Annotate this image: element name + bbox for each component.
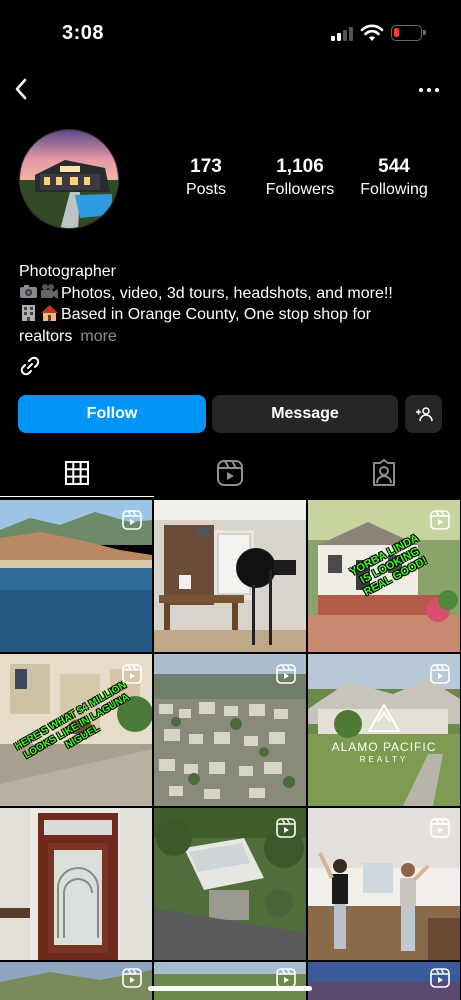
post-thumbnail[interactable] <box>0 808 152 960</box>
reels-icon <box>430 664 450 684</box>
post-logo-text: ALAMO PACIFIC <box>331 740 437 754</box>
movie-camera-emoji <box>41 283 58 299</box>
camera-emoji <box>20 284 37 298</box>
following-count[interactable]: 544 Following <box>355 156 433 199</box>
posts-count: 173 Posts <box>178 156 234 199</box>
post-thumbnail[interactable]: YORBA LINDA IS LOOKING REAL GOOD! <box>308 500 460 652</box>
post-thumbnail[interactable] <box>154 500 306 652</box>
wifi-icon <box>360 24 384 41</box>
reels-icon <box>430 968 450 988</box>
reels-icon[interactable] <box>215 458 245 488</box>
bio-category: Photographer <box>19 263 116 280</box>
post-logo-subtext: REALTY <box>359 755 409 764</box>
house-emoji <box>41 305 58 321</box>
reels-icon <box>276 664 296 684</box>
battery-icon <box>391 25 426 41</box>
post-thumbnail[interactable] <box>154 654 306 806</box>
post-thumbnail[interactable] <box>0 500 152 652</box>
post-thumbnail[interactable] <box>154 962 306 1000</box>
more-horizontal-icon[interactable] <box>414 80 444 100</box>
post-thumbnail[interactable]: ALAMO PACIFIC REALTY <box>308 654 460 806</box>
message-button[interactable]: Message <box>212 395 398 433</box>
add-user-button[interactable] <box>405 395 442 433</box>
stat-value: 1,106 <box>276 156 324 177</box>
stat-label: Following <box>360 181 428 198</box>
tagged-icon[interactable] <box>369 458 399 488</box>
avatar[interactable] <box>19 129 119 229</box>
post-thumbnail[interactable] <box>308 962 460 1000</box>
bio-more-link[interactable]: more <box>80 328 116 345</box>
status-bar: 3:08 <box>0 0 461 60</box>
bio-line-2-text: Based in Orange County, One stop shop fo… <box>61 306 372 323</box>
reels-icon <box>430 818 450 838</box>
add-user-icon <box>415 407 433 422</box>
post-thumbnail[interactable] <box>308 808 460 960</box>
bio-line-2: Based in Orange County, One stop shop fo… <box>19 304 439 326</box>
link-icon[interactable] <box>19 355 41 377</box>
profile-bio: Photographer Photos, video, 3d tours, he… <box>19 261 439 347</box>
chevron-left-icon[interactable] <box>8 74 38 104</box>
reels-icon <box>122 968 142 988</box>
tab-selected-indicator <box>0 496 154 497</box>
stat-label: Posts <box>185 181 226 198</box>
bio-line-3: realtors more <box>19 326 439 348</box>
home-indicator[interactable] <box>148 986 312 991</box>
grid-icon[interactable] <box>62 458 92 488</box>
office-building-emoji <box>22 305 35 321</box>
status-time: 3:08 <box>62 22 105 44</box>
stat-value: 173 <box>190 156 222 177</box>
stat-value: 544 <box>378 156 410 177</box>
post-thumbnail[interactable] <box>0 962 152 1000</box>
signal-icon <box>331 27 355 41</box>
bio-line-3-text: realtors <box>19 327 73 345</box>
post-thumbnail[interactable]: HERE'S WHAT $4 MILLION LOOKS LIKE IN LAG… <box>0 654 152 806</box>
stat-label: Followers <box>265 181 335 198</box>
bio-line-1: Photos, video, 3d tours, headshots, and … <box>19 283 439 305</box>
followers-count[interactable]: 1,106 Followers <box>258 156 342 199</box>
bio-line-1-text: Photos, video, 3d tours, headshots, and … <box>61 284 393 302</box>
alamo-pacific-logo <box>368 704 400 732</box>
follow-button[interactable]: Follow <box>18 395 206 433</box>
reels-icon <box>276 968 296 988</box>
reels-icon <box>276 818 296 838</box>
reels-icon <box>430 510 450 530</box>
post-thumbnail[interactable] <box>154 808 306 960</box>
reels-icon <box>122 664 142 684</box>
reels-icon <box>122 510 142 530</box>
